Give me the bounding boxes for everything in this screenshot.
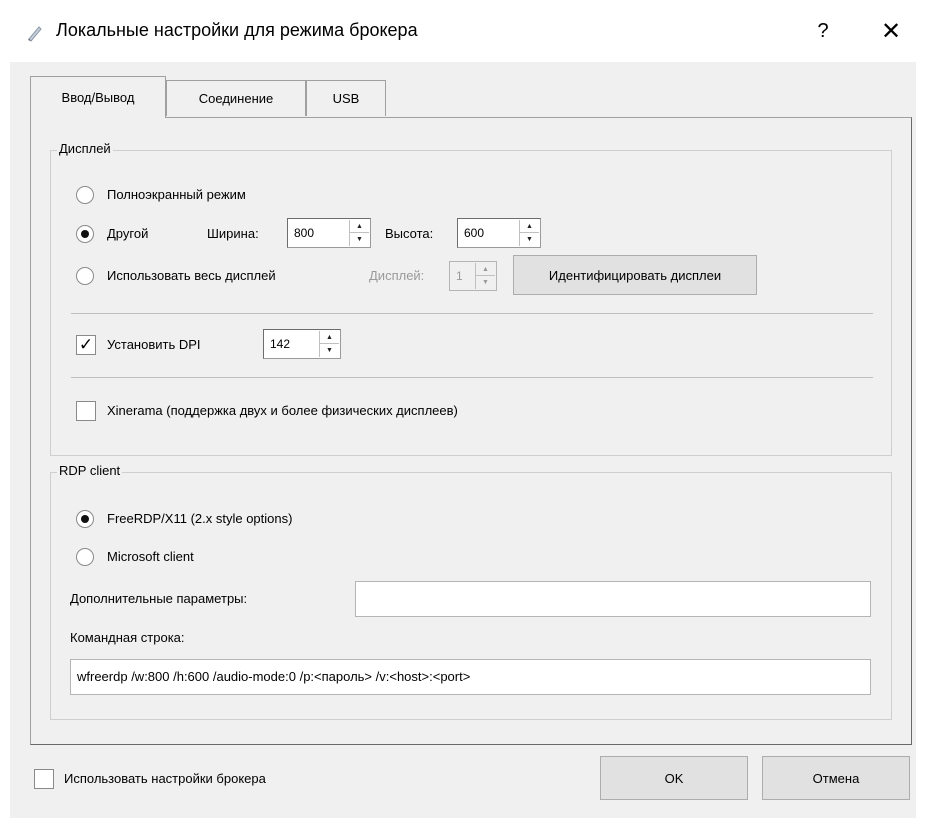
xinerama-label: Xinerama (поддержка двух и более физичес… xyxy=(107,403,458,418)
use-broker-settings-checkbox[interactable] xyxy=(34,769,54,789)
fullscreen-radio[interactable] xyxy=(76,186,94,204)
spin-up-icon[interactable]: ▲ xyxy=(350,220,369,233)
extra-params-label: Дополнительные параметры: xyxy=(70,591,248,606)
display-number-value: 1 xyxy=(456,269,463,283)
cancel-label: Отмена xyxy=(812,770,860,786)
all-displays-radio[interactable] xyxy=(76,267,94,285)
xinerama-checkbox[interactable] xyxy=(76,401,96,421)
tab-usb[interactable]: USB xyxy=(306,80,386,116)
width-spinbox[interactable]: 800 ▲ ▼ xyxy=(287,218,371,248)
width-value: 800 xyxy=(294,226,315,240)
identify-displays-label: Идентифицировать дисплеи xyxy=(548,267,722,283)
freerdp-label: FreeRDP/X11 (2.x style options) xyxy=(107,511,293,526)
spin-up-icon[interactable]: ▲ xyxy=(476,263,495,276)
window-title: Локальные настройки для режима брокера xyxy=(56,20,418,40)
set-dpi-checkbox[interactable]: ✓ xyxy=(76,335,96,355)
pen-icon xyxy=(28,26,42,42)
cmdline-input[interactable]: wfreerdp /w:800 /h:600 /audio-mode:0 /p:… xyxy=(70,659,871,695)
set-dpi-label: Установить DPI xyxy=(107,337,201,352)
other-size-radio[interactable] xyxy=(76,225,94,243)
dpi-spinbox[interactable]: 142 ▲ ▼ xyxy=(263,329,341,359)
microsoft-client-label: Microsoft client xyxy=(107,549,194,564)
spin-down-icon[interactable]: ▼ xyxy=(476,276,495,289)
title-bar: Локальные настройки для режима брокера ?… xyxy=(0,0,926,62)
dpi-value: 142 xyxy=(270,337,291,351)
spin-down-icon[interactable]: ▼ xyxy=(350,233,369,246)
height-value: 600 xyxy=(464,226,485,240)
tab-label: Ввод/Вывод xyxy=(61,90,135,105)
microsoft-client-radio[interactable] xyxy=(76,548,94,566)
all-displays-label: Использовать весь дисплей xyxy=(107,268,276,283)
cancel-button[interactable]: Отмена xyxy=(762,756,910,800)
width-label: Ширина: xyxy=(207,226,259,241)
spin-up-icon[interactable]: ▲ xyxy=(520,220,539,233)
spin-up-icon[interactable]: ▲ xyxy=(320,331,339,344)
display-group: Дисплей Полноэкранный режим Другой Ширин… xyxy=(50,141,892,456)
close-button[interactable]: ✕ xyxy=(866,10,916,52)
tab-input-output[interactable]: Ввод/Вывод xyxy=(30,76,166,118)
tab-label: USB xyxy=(332,91,360,106)
tab-panel-input-output: Дисплей Полноэкранный режим Другой Ширин… xyxy=(30,117,912,745)
height-spinbox[interactable]: 600 ▲ ▼ xyxy=(457,218,541,248)
spin-down-icon[interactable]: ▼ xyxy=(520,233,539,246)
cmdline-label: Командная строка: xyxy=(70,630,185,645)
extra-params-input[interactable] xyxy=(355,581,871,617)
separator xyxy=(71,313,873,314)
group-title: Дисплей xyxy=(57,141,113,156)
identify-displays-button[interactable]: Идентифицировать дисплеи xyxy=(513,255,757,295)
ok-label: OK xyxy=(664,770,684,786)
rdp-client-group: RDP client FreeRDP/X11 (2.x style option… xyxy=(50,463,892,720)
tab-label: Соединение xyxy=(198,91,274,106)
group-title: RDP client xyxy=(57,463,123,478)
spin-down-icon[interactable]: ▼ xyxy=(320,344,339,357)
display-number-label: Дисплей: xyxy=(369,268,425,283)
separator xyxy=(71,377,873,378)
fullscreen-label: Полноэкранный режим xyxy=(107,187,246,202)
display-number-spinbox[interactable]: 1 ▲ ▼ xyxy=(449,261,497,291)
use-broker-settings-label: Использовать настройки брокера xyxy=(64,771,266,786)
help-button[interactable]: ? xyxy=(798,10,848,52)
ok-button[interactable]: OK xyxy=(600,756,748,800)
dialog-client-area: Ввод/Вывод Соединение USB Дисплей Полноэ… xyxy=(10,62,916,818)
other-size-label: Другой xyxy=(107,226,149,241)
height-label: Высота: xyxy=(385,226,434,241)
tab-connection[interactable]: Соединение xyxy=(166,80,306,116)
freerdp-radio[interactable] xyxy=(76,510,94,528)
